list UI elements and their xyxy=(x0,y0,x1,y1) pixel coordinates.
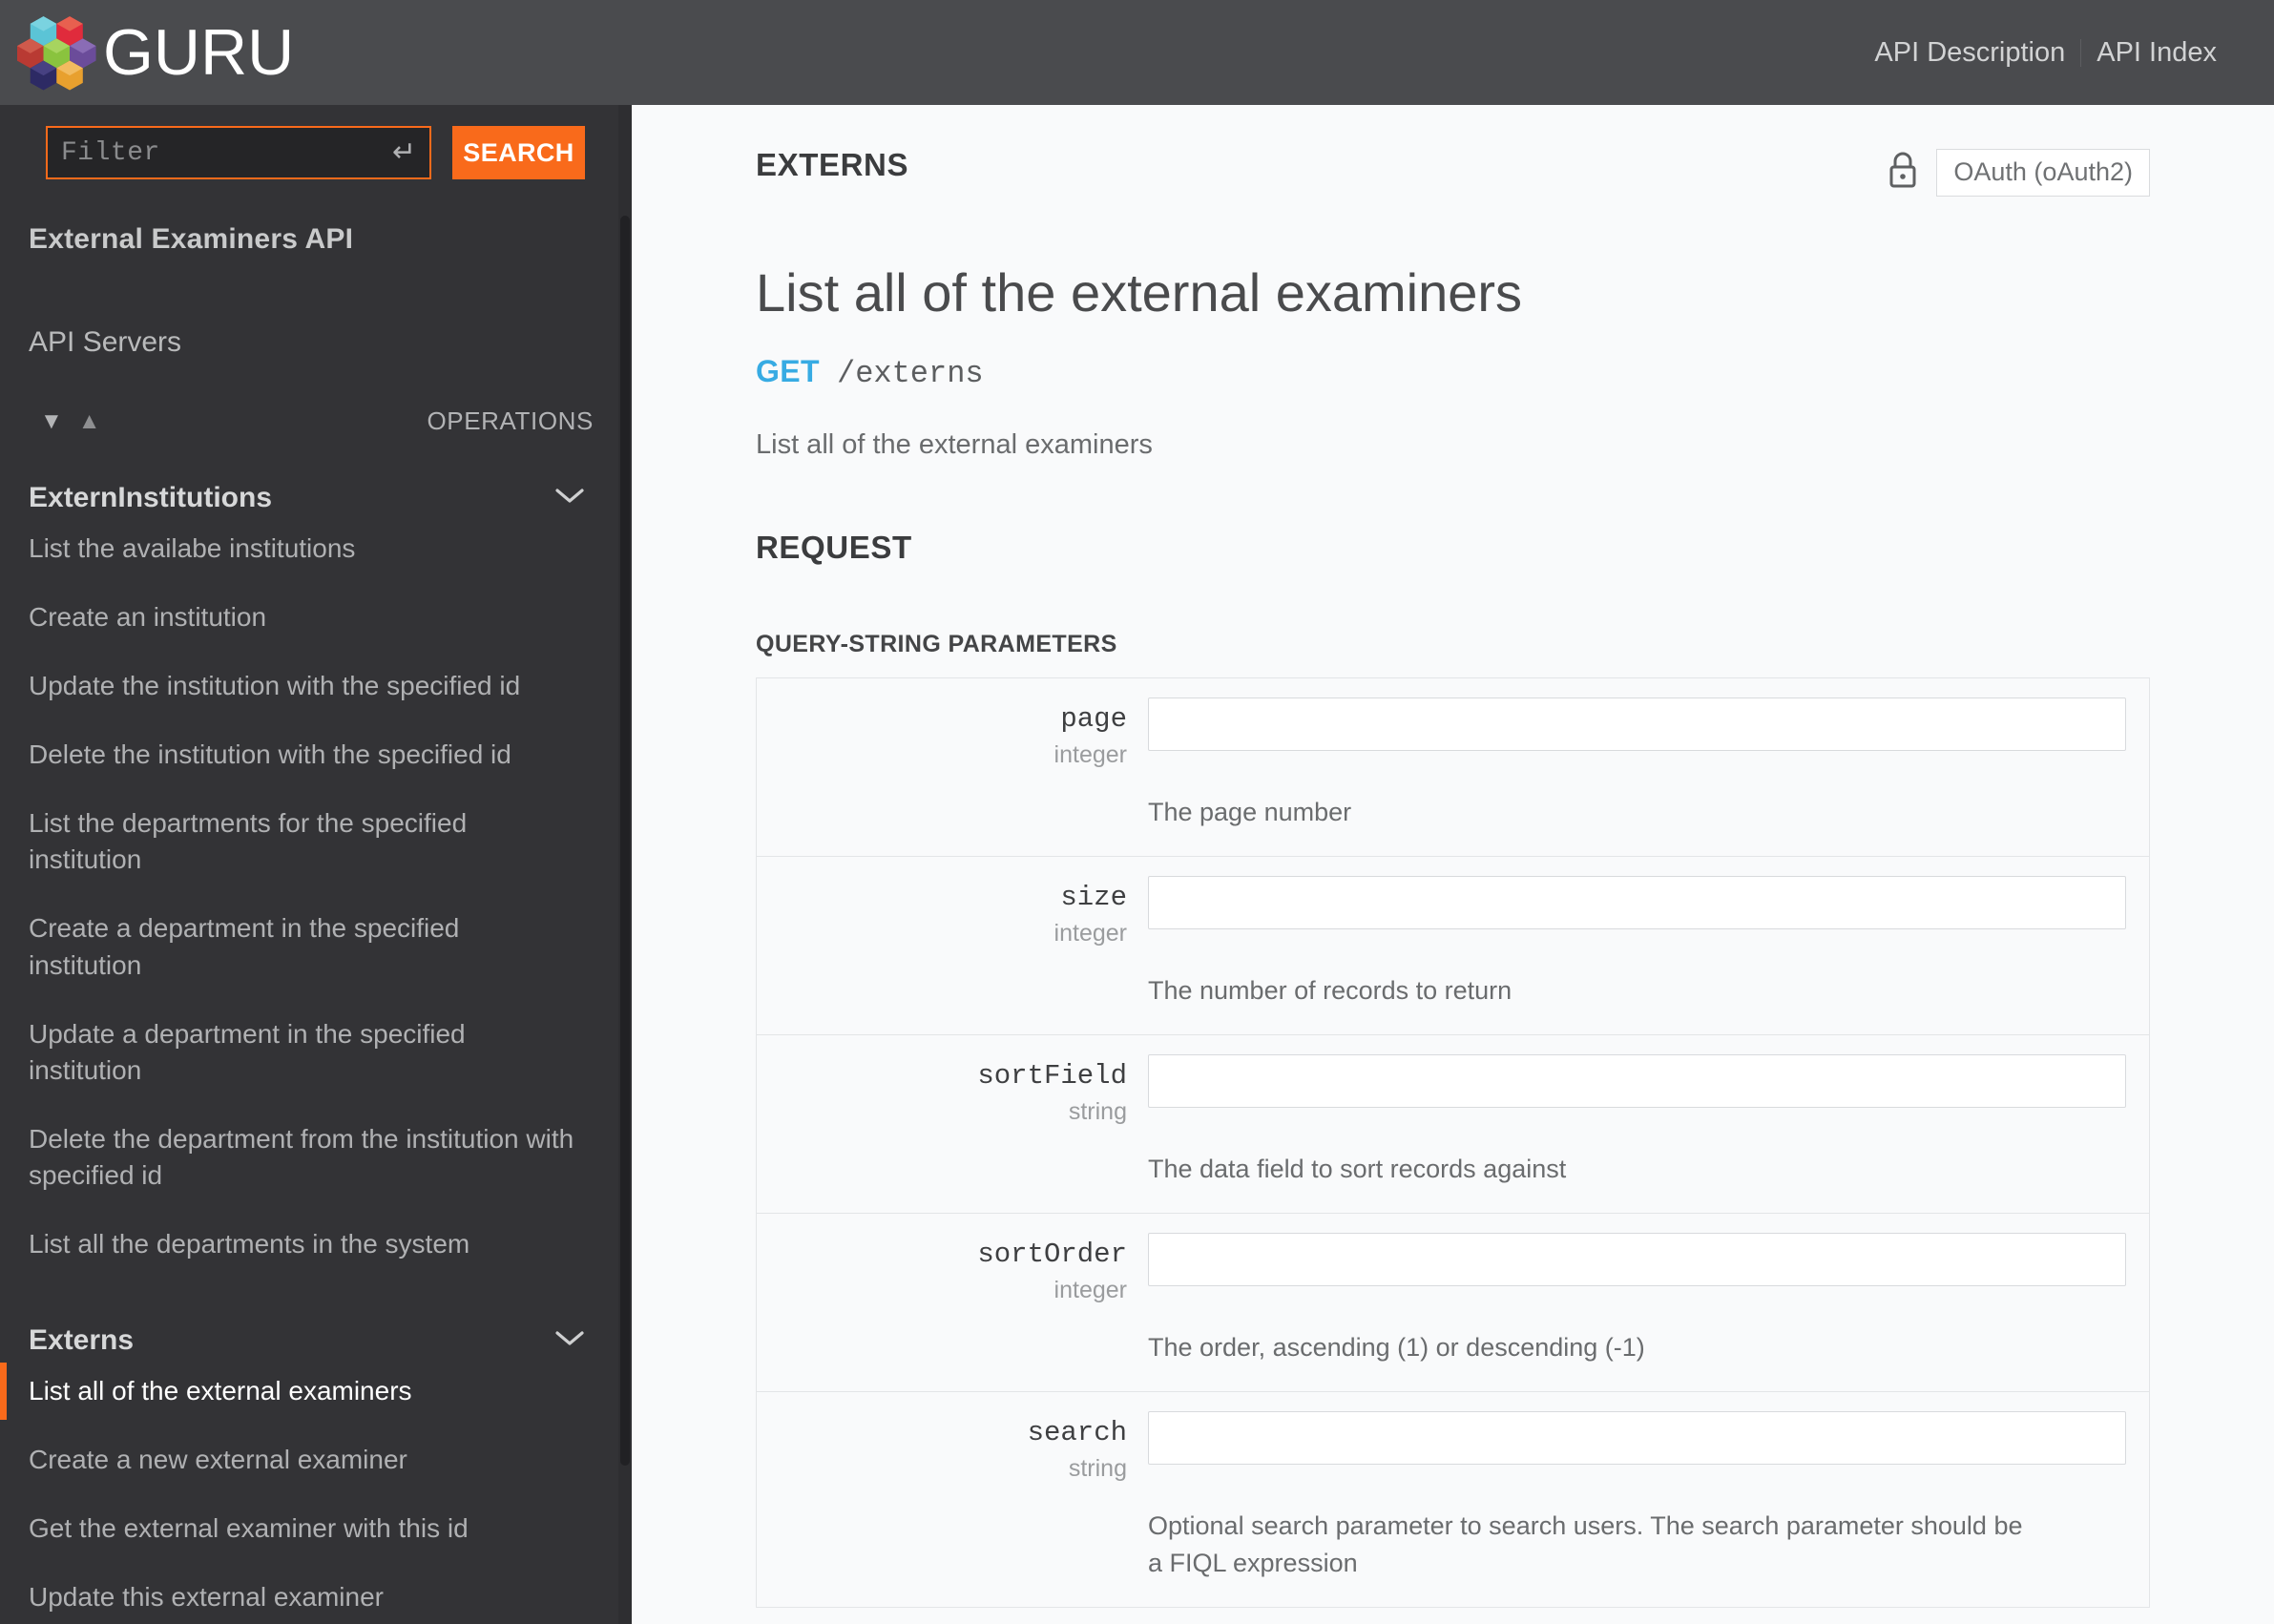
param-description: The order, ascending (1) or descending (… xyxy=(1148,1332,1645,1362)
param-row-search: search string Optional search parameter … xyxy=(757,1392,2149,1607)
param-name: sortField xyxy=(977,1060,1127,1093)
param-type: string xyxy=(1068,1097,1127,1125)
auth-indicator: OAuth (oAuth2) xyxy=(1887,147,2150,197)
param-type: integer xyxy=(1054,741,1127,769)
http-method: GET xyxy=(756,354,820,389)
auth-scheme-badge[interactable]: OAuth (oAuth2) xyxy=(1936,149,2150,197)
request-heading: REQUEST xyxy=(756,530,912,566)
section-label: EXTERNS xyxy=(756,147,909,182)
top-navigation: API Description API Index xyxy=(1859,38,2232,67)
brand-logo[interactable]: GURU xyxy=(17,11,294,94)
sidebar-scrollbar-track[interactable] xyxy=(618,105,632,1624)
triangle-down-icon[interactable]: ▼ xyxy=(40,409,63,433)
guru-honeycomb-logo-icon xyxy=(17,11,99,94)
param-input-page[interactable] xyxy=(1148,697,2126,752)
sidebar-group-name: Externs xyxy=(29,1324,135,1357)
section-header-row: EXTERNS OAuth (oAuth2) xyxy=(756,147,2150,197)
param-type: integer xyxy=(1054,1276,1127,1303)
sidebar-item-delete-department[interactable]: Delete the department from the instituti… xyxy=(0,1105,632,1210)
operation-description: List all of the external examiners xyxy=(756,429,1153,461)
param-description: The number of records to return xyxy=(1148,976,1513,1006)
param-row-page: page integer The page number xyxy=(757,678,2149,858)
search-button[interactable]: SEARCH xyxy=(452,126,585,179)
sidebar-item-list-all-external-examiners[interactable]: List all of the external examiners xyxy=(0,1357,632,1426)
filter-input-placeholder: Filter xyxy=(61,137,160,168)
nav-link-api-index[interactable]: API Index xyxy=(2081,38,2232,67)
api-title: External Examiners API xyxy=(29,223,354,255)
param-name: search xyxy=(1027,1417,1127,1449)
chevron-down-icon[interactable] xyxy=(555,1330,584,1352)
param-description: The page number xyxy=(1148,798,1352,827)
brand-name: GURU xyxy=(103,16,295,89)
lock-icon xyxy=(1887,150,1919,195)
param-name: sortOrder xyxy=(977,1239,1127,1271)
query-string-parameters-heading: QUERY-STRING PARAMETERS xyxy=(756,631,1117,658)
param-description: The data field to sort records against xyxy=(1148,1154,1567,1183)
param-row-sortfield: sortField string The data field to sort … xyxy=(757,1035,2149,1215)
operation-endpoint: GET /externs xyxy=(756,354,2150,391)
sidebar-item-list-departments-for-institution[interactable]: List the departments for the specified i… xyxy=(0,789,632,894)
sidebar-item-update-department[interactable]: Update a department in the specified ins… xyxy=(0,1000,632,1105)
sidebar-item-update-institution[interactable]: Update the institution with the specifie… xyxy=(0,652,632,720)
param-name: page xyxy=(1060,703,1127,736)
param-input-size[interactable] xyxy=(1148,876,2126,930)
param-row-sortorder: sortOrder integer The order, ascending (… xyxy=(757,1214,2149,1393)
sidebar-group-name: ExternInstitutions xyxy=(29,482,273,513)
page-title: List all of the external examiners xyxy=(756,261,1523,323)
triangle-up-icon[interactable]: ▲ xyxy=(78,409,101,433)
enter-return-icon: ↵ xyxy=(391,136,416,168)
sidebar-item-create-external-examiner[interactable]: Create a new external examiner xyxy=(0,1426,632,1494)
sidebar-item-delete-institution[interactable]: Delete the institution with the specifie… xyxy=(0,720,632,789)
param-input-sortfield[interactable] xyxy=(1148,1054,2126,1109)
endpoint-path: /externs xyxy=(836,356,984,392)
app-root: GURU API Description API Index Filter ↵ … xyxy=(0,0,2274,1624)
api-servers-label[interactable]: API Servers xyxy=(0,265,632,359)
filter-input-wrapper[interactable]: Filter ↵ xyxy=(46,126,431,179)
body-split: Filter ↵ SEARCH External Examiners API A… xyxy=(0,105,2274,1624)
param-name: size xyxy=(1060,882,1127,914)
nav-link-api-description[interactable]: API Description xyxy=(1859,38,2082,67)
top-header-bar: GURU API Description API Index xyxy=(0,0,2274,105)
filter-row: Filter ↵ SEARCH xyxy=(0,105,632,197)
param-input-sortorder[interactable] xyxy=(1148,1233,2126,1287)
sidebar-item-create-department[interactable]: Create a department in the specified ins… xyxy=(0,894,632,999)
sidebar-scrollbar-thumb[interactable] xyxy=(620,216,630,1466)
chevron-down-icon[interactable] xyxy=(555,488,584,510)
sidebar-group-header-externinstitutions[interactable]: ExternInstitutions xyxy=(0,436,632,514)
sidebar-item-update-external-examiner[interactable]: Update this external examiner xyxy=(0,1563,632,1624)
query-string-parameters-table: page integer The page number size intege… xyxy=(756,677,2150,1609)
sidebar-group-header-externs[interactable]: Externs xyxy=(0,1279,632,1357)
sidebar-item-list-available-institutions[interactable]: List the availabe institutions xyxy=(0,514,632,583)
operations-sort-row: ▼ ▲ OPERATIONS xyxy=(0,359,632,436)
sidebar-item-get-external-examiner[interactable]: Get the external examiner with this id xyxy=(0,1494,632,1563)
sidebar: Filter ↵ SEARCH External Examiners API A… xyxy=(0,105,632,1624)
operations-label: OPERATIONS xyxy=(427,406,594,435)
sidebar-item-list-all-departments[interactable]: List all the departments in the system xyxy=(0,1210,632,1279)
param-description: Optional search parameter to search user… xyxy=(1148,1510,2023,1577)
param-type: string xyxy=(1068,1454,1127,1482)
sidebar-item-create-institution[interactable]: Create an institution xyxy=(0,583,632,652)
param-input-search[interactable] xyxy=(1148,1411,2126,1466)
param-row-size: size integer The number of records to re… xyxy=(757,857,2149,1036)
param-type: integer xyxy=(1054,920,1127,947)
main-content: EXTERNS OAuth (oAuth2) List all of the e… xyxy=(632,105,2274,1624)
